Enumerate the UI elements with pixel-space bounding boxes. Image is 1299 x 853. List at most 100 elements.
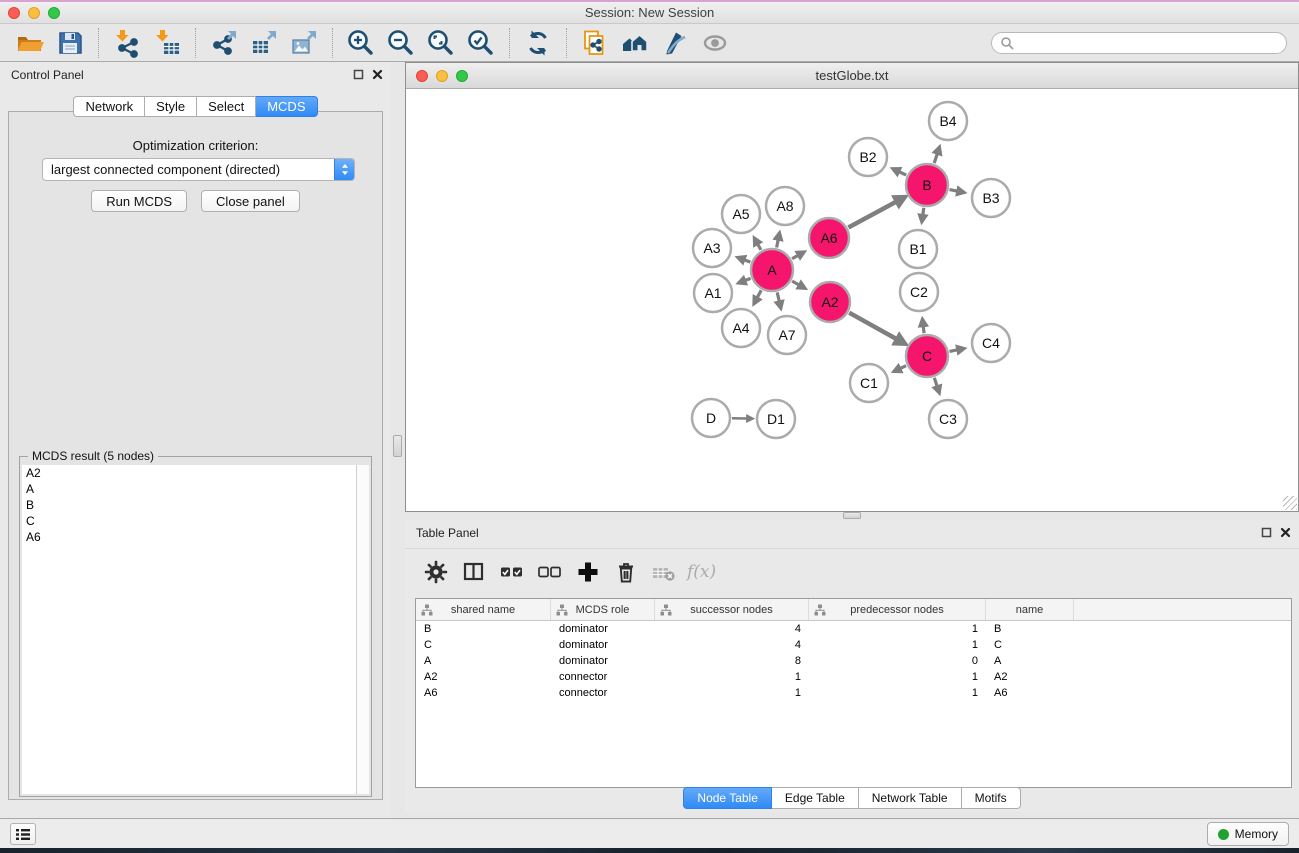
table-cell[interactable]: dominator [551, 637, 655, 653]
splitter-grip[interactable] [393, 435, 402, 457]
graph-node-D1[interactable]: D1 [757, 400, 795, 438]
window-zoom-button[interactable] [48, 7, 60, 19]
table-cell[interactable]: A6 [416, 685, 551, 701]
table-row[interactable]: Adominator80A [416, 653, 1291, 669]
tab-network[interactable]: Network [73, 96, 145, 117]
graph-edge-C-C2[interactable] [923, 320, 925, 333]
table-cell[interactable]: A [986, 653, 1074, 669]
graph-node-A[interactable]: A [751, 249, 793, 291]
table-tab-motifs[interactable]: Motifs [962, 787, 1021, 809]
mcds-result-item[interactable]: C [22, 513, 369, 529]
table-cell[interactable]: 1 [809, 637, 986, 653]
mcds-result-item[interactable]: A [22, 481, 369, 497]
graph-edge-B-B3[interactable] [950, 190, 964, 193]
refresh-layout-button[interactable] [518, 26, 558, 60]
graph-edge-C-C4[interactable] [950, 349, 964, 352]
zoom-out-button[interactable] [381, 26, 421, 60]
graph-edge-A-A4[interactable] [754, 290, 761, 303]
import-table-button[interactable] [147, 26, 187, 60]
graph-node-A2[interactable]: A2 [810, 282, 850, 322]
network-graph[interactable]: AA1A3A4A5A7A8A6A2BB1B2B3B4CC1C2C3C4DD1 [406, 89, 1298, 511]
tab-mcds[interactable]: MCDS [256, 96, 317, 117]
table-cell[interactable]: 1 [655, 685, 809, 701]
graph-node-A7[interactable]: A7 [768, 316, 806, 354]
zoom-selected-button[interactable] [461, 26, 501, 60]
table-cell[interactable]: 4 [655, 621, 809, 637]
graph-node-A8[interactable]: A8 [766, 187, 804, 225]
graph-edge-B-B1[interactable] [922, 208, 924, 222]
home-button[interactable] [615, 26, 655, 60]
graph-edge-C-C3[interactable] [934, 378, 939, 393]
export-network-button[interactable] [204, 26, 244, 60]
graph-edge-A-A3[interactable] [738, 258, 750, 263]
table-cell[interactable]: B [986, 621, 1074, 637]
window-close-button[interactable] [8, 7, 20, 19]
column-header-predecessor-nodes[interactable]: predecessor nodes [809, 599, 986, 620]
graph-edge-B-B2[interactable] [893, 169, 906, 175]
graph-node-C4[interactable]: C4 [972, 324, 1010, 362]
resize-grip-icon[interactable] [1283, 496, 1297, 510]
graph-edge-A-A1[interactable] [739, 278, 751, 282]
graph-node-A4[interactable]: A4 [722, 309, 760, 347]
graph-edge-A-A7[interactable] [777, 292, 781, 307]
criterion-select[interactable]: largest connected component (directed) [42, 158, 355, 181]
table-cell[interactable]: C [986, 637, 1074, 653]
graph-node-A6[interactable]: A6 [809, 218, 849, 258]
zoom-in-button[interactable] [341, 26, 381, 60]
network-window-zoom-button[interactable] [456, 70, 468, 82]
deselect-all-button[interactable] [535, 556, 565, 588]
table-cell[interactable]: A2 [986, 669, 1074, 685]
table-cell[interactable]: 1 [655, 669, 809, 685]
splitter-grip[interactable] [843, 512, 861, 519]
table-cell[interactable]: A6 [986, 685, 1074, 701]
column-header-mcds-role[interactable]: MCDS role [551, 599, 655, 620]
graph-node-C[interactable]: C [906, 335, 948, 377]
add-column-button[interactable] [573, 556, 603, 588]
table-cell[interactable]: dominator [551, 653, 655, 669]
graph-edge-C-C1[interactable] [894, 366, 906, 372]
delete-column-button[interactable] [611, 556, 641, 588]
close-panel-button[interactable]: Close panel [201, 190, 300, 212]
column-header-shared-name[interactable]: shared name [416, 599, 551, 620]
graph-node-C1[interactable]: C1 [850, 364, 888, 402]
graph-node-B2[interactable]: B2 [849, 138, 887, 176]
graph-edge-A2-C[interactable] [849, 313, 904, 344]
memory-button[interactable]: Memory [1207, 822, 1289, 846]
graph-node-A3[interactable]: A3 [693, 229, 731, 267]
table-cell[interactable]: B [416, 621, 551, 637]
network-canvas[interactable]: AA1A3A4A5A7A8A6A2BB1B2B3B4CC1C2C3C4DD1 [406, 89, 1298, 511]
graph-edge-A-A2[interactable] [792, 281, 805, 288]
network-window-minimize-button[interactable] [436, 70, 448, 82]
export-table-button[interactable] [244, 26, 284, 60]
zoom-fit-button[interactable] [421, 26, 461, 60]
search-input[interactable] [1019, 36, 1278, 50]
tab-style[interactable]: Style [145, 96, 197, 117]
graph-node-B1[interactable]: B1 [899, 230, 937, 268]
close-panel-icon[interactable] [372, 69, 383, 80]
graph-edge-A6-B[interactable] [848, 197, 904, 227]
horizontal-splitter[interactable] [405, 512, 1299, 520]
graph-node-B3[interactable]: B3 [972, 179, 1010, 217]
mcds-result-item[interactable]: B [22, 497, 369, 513]
open-file-button[interactable] [10, 26, 50, 60]
graph-node-A1[interactable]: A1 [694, 274, 732, 312]
select-all-button[interactable] [497, 556, 527, 588]
graph-edge-A-A5[interactable] [755, 239, 761, 250]
table-cell[interactable]: A2 [416, 669, 551, 685]
import-network-button[interactable] [107, 26, 147, 60]
table-cell[interactable]: connector [551, 669, 655, 685]
table-settings-button[interactable] [421, 556, 451, 588]
tab-select[interactable]: Select [197, 96, 256, 117]
column-header-name[interactable]: name [986, 599, 1074, 620]
table-cell[interactable]: 8 [655, 653, 809, 669]
duplicate-network-button[interactable] [575, 26, 615, 60]
column-header-successor-nodes[interactable]: successor nodes [655, 599, 809, 620]
table-cell[interactable]: 1 [809, 621, 986, 637]
mcds-result-item[interactable]: A6 [22, 529, 369, 545]
table-row[interactable]: A6connector11A6 [416, 685, 1291, 701]
table-cell[interactable]: A [416, 653, 551, 669]
run-mcds-button[interactable]: Run MCDS [91, 190, 187, 212]
save-session-button[interactable] [50, 26, 90, 60]
table-cell[interactable]: 0 [809, 653, 986, 669]
export-image-button[interactable] [284, 26, 324, 60]
